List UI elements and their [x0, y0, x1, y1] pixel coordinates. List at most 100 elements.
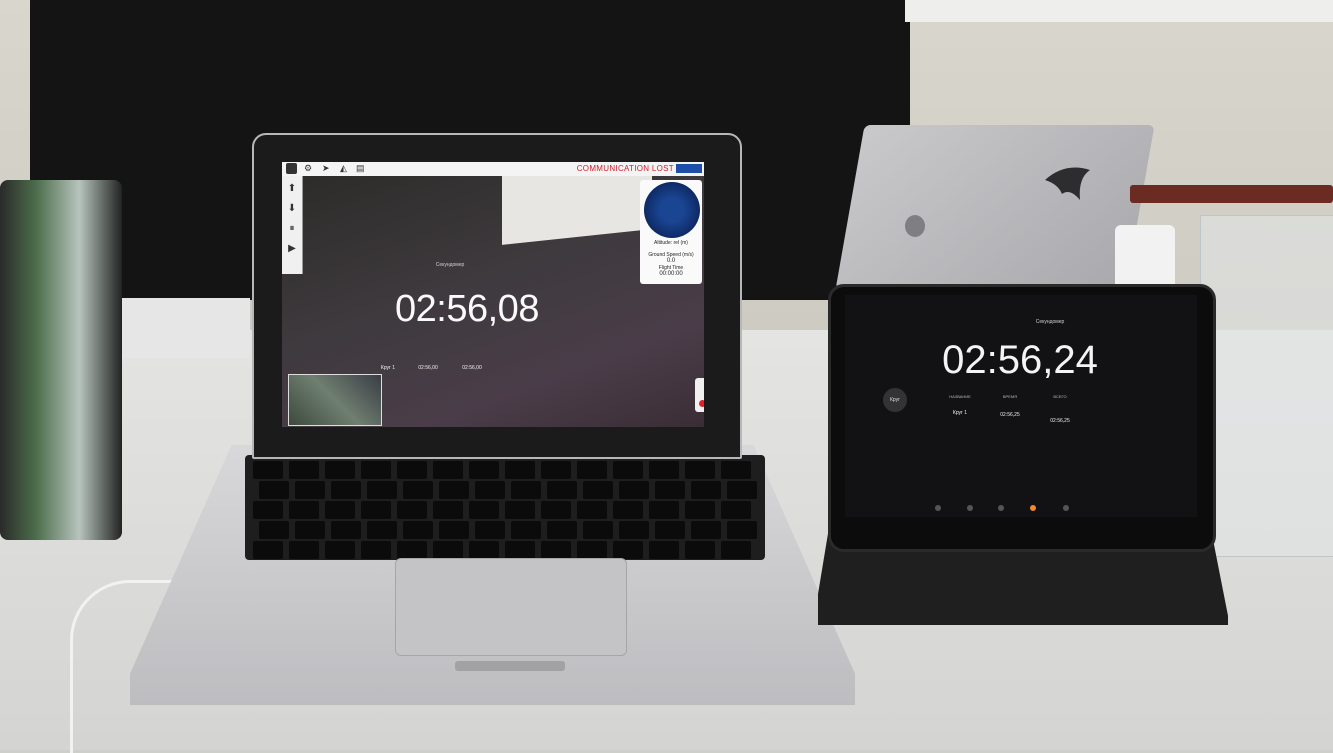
keyboard-key[interactable] — [475, 481, 505, 499]
keyboard-key[interactable] — [259, 521, 289, 539]
keyboard-key[interactable] — [505, 501, 535, 519]
keyboard-key[interactable] — [619, 521, 649, 539]
keyboard-key[interactable] — [613, 501, 643, 519]
tab-timer[interactable] — [1063, 505, 1069, 511]
keyboard-key[interactable] — [613, 461, 643, 479]
keyboard-key[interactable] — [685, 461, 715, 479]
tab-world-clock[interactable] — [935, 505, 941, 511]
keyboard-key[interactable] — [361, 501, 391, 519]
send-icon[interactable]: ➤ — [322, 164, 330, 173]
lap-name: Круг 1 — [952, 410, 968, 416]
keyboard-key[interactable] — [691, 521, 721, 539]
keyboard-key[interactable] — [541, 461, 571, 479]
settings-icon[interactable]: ⚙ — [304, 164, 312, 173]
keyboard-key[interactable] — [613, 541, 643, 559]
keyboard-key[interactable] — [649, 501, 679, 519]
keyboard-key[interactable] — [253, 501, 283, 519]
keyboard-key[interactable] — [721, 461, 751, 479]
keyboard-key[interactable] — [403, 481, 433, 499]
keyboard-key[interactable] — [397, 461, 427, 479]
keyboard-key[interactable] — [433, 501, 463, 519]
keyboard-key[interactable] — [691, 481, 721, 499]
keyboard-key[interactable] — [577, 541, 607, 559]
keyboard-key[interactable] — [469, 461, 499, 479]
keyboard-key[interactable] — [295, 521, 325, 539]
keyboard-key[interactable] — [547, 481, 577, 499]
keyboard-key[interactable] — [439, 481, 469, 499]
keyboard-key[interactable] — [649, 541, 679, 559]
lid-notch — [455, 661, 565, 671]
app-logo-icon[interactable] — [286, 163, 297, 174]
lap-button[interactable]: Круг — [883, 388, 907, 412]
keyboard-key[interactable] — [721, 541, 751, 559]
connect-button[interactable] — [676, 164, 702, 173]
minimap[interactable] — [288, 374, 382, 426]
keyboard-key[interactable] — [649, 461, 679, 479]
keyboard-key[interactable] — [367, 521, 397, 539]
tab-stopwatch[interactable] — [1030, 505, 1036, 511]
keyboard-key[interactable] — [727, 521, 757, 539]
keyboard-key[interactable] — [685, 541, 715, 559]
keyboard-key[interactable] — [397, 541, 427, 559]
keyboard-key[interactable] — [397, 501, 427, 519]
keyboard-key[interactable] — [469, 541, 499, 559]
keyboard-key[interactable] — [289, 461, 319, 479]
land-icon[interactable]: ⬇ — [286, 204, 298, 214]
keyboard-key[interactable] — [325, 461, 355, 479]
trackpad[interactable] — [395, 558, 627, 656]
background-laptop — [835, 125, 1155, 290]
keyboard-key[interactable] — [295, 481, 325, 499]
ground-speed-value: 0.0 — [666, 258, 676, 264]
keyboard-key[interactable] — [577, 501, 607, 519]
keyboard-key[interactable] — [289, 501, 319, 519]
keyboard-key[interactable] — [541, 541, 571, 559]
lap-header-total: ВСЕГО — [1053, 394, 1067, 399]
keyboard-key[interactable] — [361, 461, 391, 479]
keyboard-key[interactable] — [511, 481, 541, 499]
laptop-stopwatch-time: 02:56,08 — [395, 288, 539, 330]
keyboard-key[interactable] — [331, 521, 361, 539]
keyboard-key[interactable] — [367, 481, 397, 499]
keyboard-key[interactable] — [439, 521, 469, 539]
keyboard-key[interactable] — [583, 481, 613, 499]
keyboard-key[interactable] — [403, 521, 433, 539]
keyboard-key[interactable] — [325, 541, 355, 559]
tab-alarm[interactable] — [967, 505, 973, 511]
keyboard-key[interactable] — [577, 461, 607, 479]
keyboard-key[interactable] — [583, 521, 613, 539]
keyboard-key[interactable] — [655, 481, 685, 499]
keyboard-key[interactable] — [505, 461, 535, 479]
lap-total: 02:56,25 — [1050, 418, 1070, 424]
keyboard-key[interactable] — [505, 541, 535, 559]
keyboard-key[interactable] — [433, 541, 463, 559]
keyboard-key[interactable] — [259, 481, 289, 499]
keyboard-key[interactable] — [619, 481, 649, 499]
document-icon[interactable]: ▤ — [356, 164, 365, 173]
keyboard-key[interactable] — [511, 521, 541, 539]
shelf — [1130, 185, 1333, 203]
monitor-stand — [100, 298, 250, 358]
keyboard-key[interactable] — [253, 461, 283, 479]
keyboard-key[interactable] — [727, 481, 757, 499]
keyboard-key[interactable] — [469, 501, 499, 519]
lap-time: 02:56,25 — [1000, 412, 1020, 418]
keyboard-key[interactable] — [547, 521, 577, 539]
pause-icon[interactable]: ⏸ — [286, 224, 298, 234]
keyboard-key[interactable] — [361, 541, 391, 559]
dolphin-sticker-icon — [1045, 167, 1090, 200]
keyboard-key[interactable] — [721, 501, 751, 519]
keyboard-key[interactable] — [253, 541, 283, 559]
keyboard-key[interactable] — [685, 501, 715, 519]
upload-icon[interactable]: ⬆ — [286, 184, 298, 194]
keyboard-key[interactable] — [655, 521, 685, 539]
tab-bedtime[interactable] — [998, 505, 1004, 511]
play-icon[interactable]: ▶ — [286, 244, 298, 254]
keyboard-key[interactable] — [475, 521, 505, 539]
keyboard-key[interactable] — [433, 461, 463, 479]
plan-icon[interactable]: ◭ — [340, 164, 347, 173]
keyboard-key[interactable] — [325, 501, 355, 519]
keyboard-key[interactable] — [331, 481, 361, 499]
keyboard[interactable] — [245, 455, 765, 560]
keyboard-key[interactable] — [541, 501, 571, 519]
keyboard-key[interactable] — [289, 541, 319, 559]
